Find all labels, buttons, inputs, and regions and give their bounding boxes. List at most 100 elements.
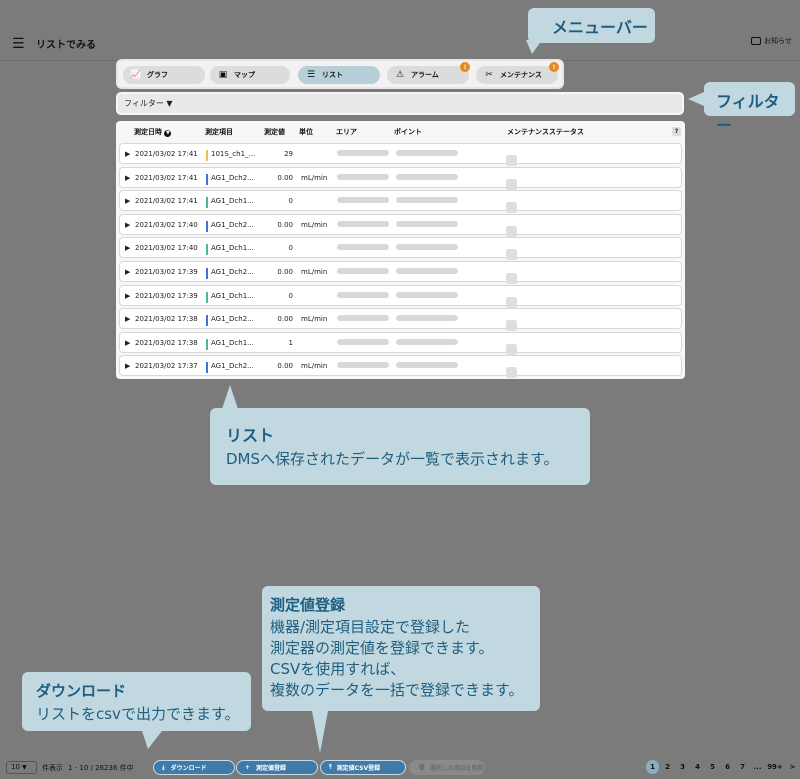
page-5[interactable]: 5 bbox=[706, 760, 719, 774]
tab-map[interactable]: ▣ マップ bbox=[210, 66, 290, 84]
row-item: AG1_Dch1... bbox=[211, 291, 254, 300]
per-page-select[interactable]: 10 ▼ bbox=[6, 761, 37, 774]
hamburger-menu-icon[interactable]: ☰ bbox=[12, 36, 25, 52]
tab-maintenance[interactable]: ✂ メンテナンス ! bbox=[476, 62, 559, 84]
series-color-bar bbox=[206, 315, 208, 327]
expand-triangle-icon[interactable]: ▶ bbox=[125, 292, 130, 300]
expand-triangle-icon[interactable]: ▶ bbox=[125, 339, 130, 347]
download-button[interactable]: ⤓ ダウンロード bbox=[153, 760, 235, 775]
table-row[interactable]: ▶ 2021/03/02 17:38 AG1_Dch1... 1 bbox=[119, 331, 682, 355]
table-row[interactable]: ▶ 2021/03/02 17:41 AG1_Dch2... 0.00 mL/min bbox=[119, 166, 682, 190]
maintenance-status-icon[interactable] bbox=[506, 320, 517, 332]
register-button[interactable]: + 測定値登録 bbox=[236, 760, 318, 775]
row-item: AG1_Dch2... bbox=[211, 220, 254, 229]
column-unit: 単位 bbox=[299, 128, 313, 136]
maintenance-status-icon[interactable] bbox=[506, 178, 517, 190]
page-6[interactable]: 6 bbox=[721, 760, 734, 774]
series-color-bar bbox=[206, 338, 208, 350]
table-row[interactable]: ▶ 2021/03/02 17:41 AG1_Dch1... 0 bbox=[119, 190, 682, 214]
row-area-redacted bbox=[337, 220, 389, 227]
row-value: 0.00 bbox=[277, 268, 293, 276]
warning-icon: ⚠ bbox=[395, 70, 405, 80]
filter-toggle[interactable]: フィルター ▼ bbox=[124, 99, 173, 108]
row-item: AG1_Dch2... bbox=[211, 268, 254, 276]
callout-register-line: 複数のデータを一括で登録できます。 bbox=[270, 681, 524, 699]
series-color-bar bbox=[206, 268, 208, 279]
row-area-redacted bbox=[337, 268, 389, 274]
maintenance-status-icon[interactable] bbox=[506, 367, 517, 379]
expand-triangle-icon[interactable]: ▶ bbox=[125, 268, 130, 276]
row-unit: mL/min bbox=[301, 173, 328, 182]
table-row[interactable]: ▶ 2021/03/02 17:39 AG1_Dch2... 0.00 mL/min bbox=[119, 261, 682, 284]
help-icon[interactable]: ? bbox=[672, 127, 681, 136]
tools-icon: ✂ bbox=[485, 70, 493, 80]
row-point-redacted bbox=[396, 220, 458, 227]
tab-graph[interactable]: 📈 グラフ bbox=[123, 66, 205, 84]
tab-alarm-label: アラーム bbox=[411, 71, 439, 79]
column-date-label: 測定日時 bbox=[134, 128, 162, 136]
delete-selected-button[interactable]: 🗑 選択した項目を削除 bbox=[409, 760, 485, 775]
row-date: 2021/03/02 17:41 bbox=[135, 173, 198, 182]
row-item: AG1_Dch2... bbox=[211, 315, 254, 324]
row-date: 2021/03/02 17:39 bbox=[135, 268, 198, 276]
page-2[interactable]: 2 bbox=[661, 760, 674, 774]
row-date: 2021/03/02 17:38 bbox=[135, 338, 198, 347]
maintenance-status-icon[interactable] bbox=[506, 343, 517, 355]
maintenance-status-icon[interactable] bbox=[506, 155, 517, 166]
row-item: AG1_Dch2... bbox=[211, 173, 254, 182]
sort-down-icon[interactable]: ▼ bbox=[164, 130, 172, 137]
expand-triangle-icon[interactable]: ▶ bbox=[125, 362, 130, 370]
expand-triangle-icon[interactable]: ▶ bbox=[125, 197, 130, 205]
table-row[interactable]: ▶ 2021/03/02 17:40 AG1_Dch1... 0 bbox=[119, 237, 682, 261]
page-1[interactable]: 1 bbox=[646, 760, 659, 774]
callout-menubar-tail bbox=[526, 40, 542, 54]
page-99plus[interactable]: 99+ bbox=[766, 760, 784, 774]
column-date[interactable]: 測定日時 ▼ bbox=[134, 127, 172, 137]
notice-button[interactable]: お知らせ bbox=[751, 36, 792, 46]
expand-triangle-icon[interactable]: ▶ bbox=[125, 315, 130, 323]
register-csv-button[interactable]: ⤒ 測定値CSV登録 bbox=[320, 760, 406, 775]
callout-filter-text: フィルター bbox=[716, 92, 780, 135]
callout-register-line: 測定器の測定値を登録できます。 bbox=[270, 639, 494, 657]
row-date: 2021/03/02 17:40 bbox=[135, 220, 198, 229]
maintenance-status-icon[interactable] bbox=[506, 225, 517, 237]
table-row[interactable]: ▶ 2021/03/02 17:39 AG1_Dch1... 0 bbox=[119, 284, 682, 308]
row-area-redacted bbox=[337, 362, 389, 369]
maintenance-status-icon[interactable] bbox=[506, 296, 517, 308]
filter-bar[interactable]: フィルター ▼ bbox=[116, 92, 684, 115]
tab-list[interactable]: ☰ リスト bbox=[298, 66, 380, 84]
expand-triangle-icon[interactable]: ▶ bbox=[125, 244, 130, 252]
row-point-redacted bbox=[396, 197, 458, 204]
row-date: 2021/03/02 17:41 bbox=[135, 150, 198, 158]
expand-triangle-icon[interactable]: ▶ bbox=[125, 150, 130, 158]
row-value: 0.00 bbox=[277, 362, 293, 371]
bottom-bar: 10 ▼ 件表示 1 - 10 / 26236 件中 ⤓ ダウンロード + 測定… bbox=[0, 758, 800, 779]
expand-triangle-icon[interactable]: ▶ bbox=[125, 221, 130, 229]
callout-download-tail bbox=[142, 731, 162, 749]
table-row[interactable]: ▶ 2021/03/02 17:40 AG1_Dch2... 0.00 mL/min bbox=[119, 213, 682, 237]
row-point-redacted bbox=[396, 173, 458, 180]
table-row[interactable]: ▶ 2021/03/02 17:37 AG1_Dch2... 0.00 mL/min bbox=[119, 355, 682, 379]
maintenance-status-icon[interactable] bbox=[506, 202, 517, 214]
expand-triangle-icon[interactable]: ▶ bbox=[125, 174, 130, 182]
maintenance-status-icon[interactable] bbox=[506, 249, 517, 261]
result-range: 1 - 10 / 26236 件中 bbox=[68, 764, 134, 772]
map-icon: ▣ bbox=[218, 70, 228, 80]
table-row[interactable]: ▶ 2021/03/02 17:41 101S_ch1_... 29 bbox=[119, 143, 682, 166]
row-area-redacted bbox=[337, 291, 389, 298]
menu-bar: 📈 グラフ ▣ マップ ☰ リスト ⚠ アラーム ! ✂ メンテナンス ! bbox=[116, 59, 564, 89]
table-row[interactable]: ▶ 2021/03/02 17:38 AG1_Dch2... 0.00 mL/min bbox=[119, 308, 682, 332]
maintenance-status-icon[interactable] bbox=[506, 273, 517, 284]
page-next[interactable]: > bbox=[786, 760, 799, 774]
upload-icon: ⤒ bbox=[329, 763, 332, 771]
callout-register: 測定値登録 機器/測定項目設定で登録した 測定器の測定値を登録できます。 CSV… bbox=[262, 586, 540, 711]
page-7[interactable]: 7 bbox=[736, 760, 749, 774]
row-value: 0.00 bbox=[277, 173, 293, 182]
page-title: リストでみる bbox=[36, 40, 96, 51]
series-color-bar bbox=[206, 244, 208, 256]
series-color-bar bbox=[206, 220, 208, 232]
page-4[interactable]: 4 bbox=[691, 760, 704, 774]
tab-alarm[interactable]: ⚠ アラーム ! bbox=[387, 62, 470, 84]
page-3[interactable]: 3 bbox=[676, 760, 689, 774]
callout-register-body: 機器/測定項目設定で登録した 測定器の測定値を登録できます。 CSVを使用すれば… bbox=[262, 617, 540, 701]
